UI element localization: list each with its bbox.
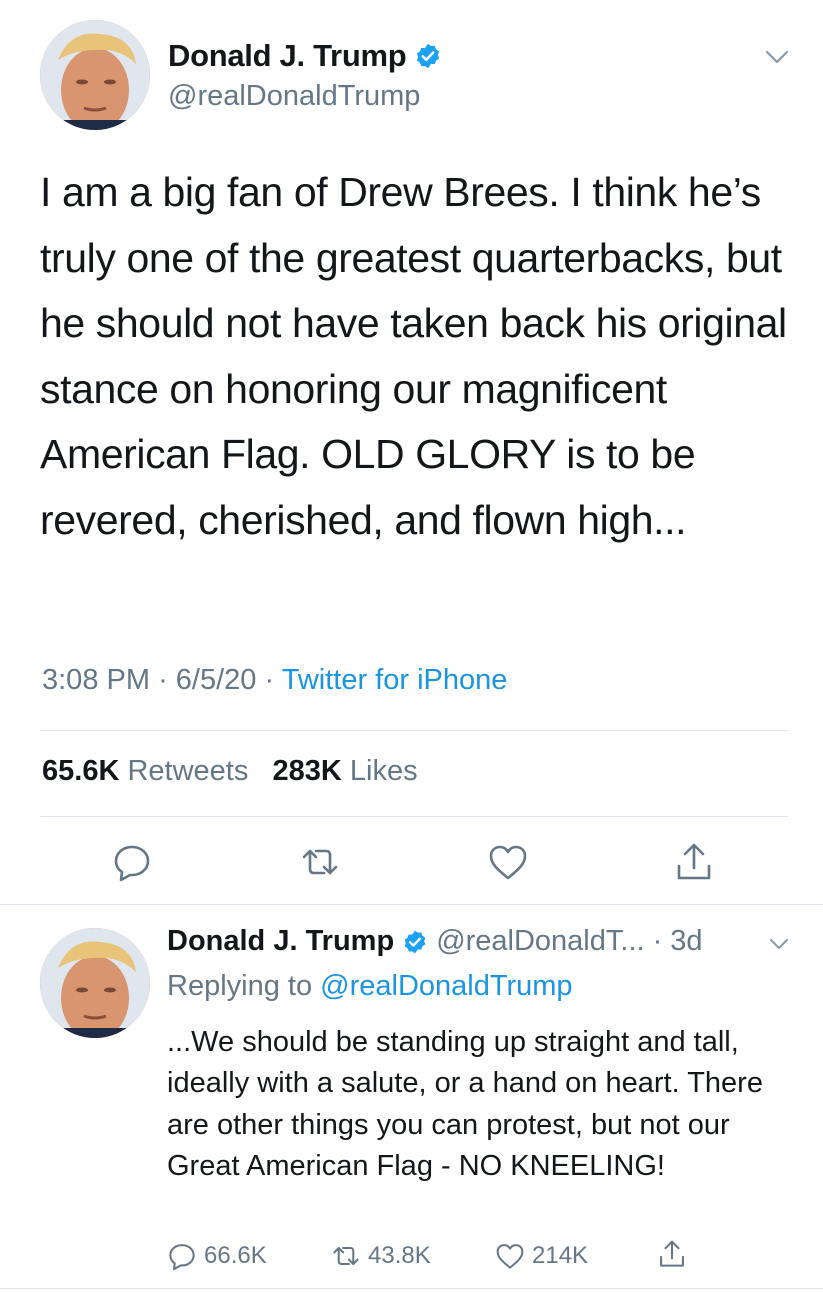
main-tweet-author[interactable]: Donald J. Trump <box>168 38 442 74</box>
retweets-count: 65.6K <box>42 755 120 787</box>
like-count: 214K <box>532 1242 589 1269</box>
reply-icon <box>169 1244 195 1271</box>
main-tweet-handle[interactable]: @realDonaldTrump <box>168 80 420 113</box>
retweet-icon <box>333 1246 359 1266</box>
share-button[interactable] <box>656 1238 688 1270</box>
replying-to-label: Replying to <box>167 970 313 1002</box>
likes-stat[interactable]: 283K Likes <box>273 755 418 787</box>
reply-tweet-text: ...We should be standing up straight and… <box>167 1026 763 1182</box>
divider <box>40 816 788 817</box>
main-tweet-meta: 3:08 PM · 6/5/20 · Twitter for iPhone <box>42 664 507 697</box>
heart-icon[interactable] <box>486 840 530 884</box>
reply-author-name[interactable]: Donald J. Trump <box>167 925 394 958</box>
replying-to-line: Replying to @realDonaldTrump <box>167 970 573 1003</box>
retweets-stat[interactable]: 65.6K Retweets <box>42 755 248 787</box>
divider <box>0 1288 823 1289</box>
retweets-label: Retweets <box>127 755 249 787</box>
reply-tweet-header: Donald J. Trump @realDonaldT... · 3d <box>167 925 703 958</box>
verified-badge-icon <box>402 929 428 955</box>
meta-separator: · <box>264 664 275 696</box>
divider <box>40 730 788 731</box>
share-icon <box>660 1240 684 1267</box>
tweet-source-link[interactable]: Twitter for iPhone <box>282 664 508 696</box>
tweet-time: 3:08 PM <box>42 664 150 696</box>
reply-age: · 3d <box>652 925 703 957</box>
reply-count: 66.6K <box>204 1242 267 1269</box>
tweet-date: 6/5/20 <box>175 664 257 696</box>
reply-button[interactable]: 66.6K <box>166 1240 267 1272</box>
retweet-button[interactable]: 43.8K <box>330 1240 431 1272</box>
likes-label: Likes <box>349 755 418 787</box>
divider <box>0 904 823 905</box>
main-tweet-text: I am a big fan of Drew Brees. I think he… <box>40 169 787 543</box>
likes-count: 283K <box>272 755 342 787</box>
chevron-down-icon[interactable] <box>760 40 794 74</box>
reply-icon[interactable] <box>110 840 154 884</box>
author-name[interactable]: Donald J. Trump <box>168 38 407 74</box>
retweet-icon[interactable] <box>298 840 342 884</box>
main-tweet-avatar[interactable] <box>40 20 150 130</box>
main-tweet-stats: 65.6K Retweets 283K Likes <box>42 755 418 788</box>
replying-to-handle-link[interactable]: @realDonaldTrump <box>320 970 572 1002</box>
verified-badge-icon <box>414 42 442 70</box>
retweet-count: 43.8K <box>368 1242 431 1269</box>
meta-separator: · <box>158 664 168 696</box>
share-icon[interactable] <box>672 840 716 884</box>
reply-handle[interactable]: @realDonaldT... <box>436 925 644 958</box>
chevron-down-icon[interactable] <box>765 930 793 958</box>
heart-icon <box>496 1244 524 1269</box>
reply-tweet-avatar[interactable] <box>40 928 150 1038</box>
like-button[interactable]: 214K <box>494 1240 588 1272</box>
